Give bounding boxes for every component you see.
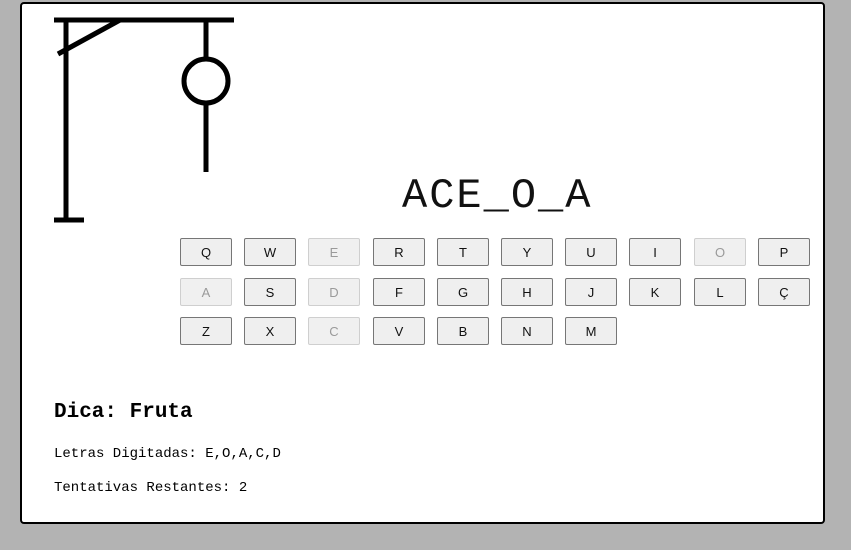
typed-letters-label: Letras Digitadas: [54, 446, 197, 462]
key-i[interactable]: I [629, 238, 681, 266]
key-z[interactable]: Z [180, 317, 232, 345]
hangman-head [181, 56, 231, 106]
key-u[interactable]: U [565, 238, 617, 266]
key-j[interactable]: J [565, 278, 617, 306]
key-s[interactable]: S [244, 278, 296, 306]
remaining-attempts-value: 2 [238, 480, 248, 496]
key-x[interactable]: X [244, 317, 296, 345]
key-p[interactable]: P [758, 238, 810, 266]
key-d: D [308, 278, 360, 306]
hint-text: Dica: Fruta [54, 401, 193, 424]
gallows-drawing [54, 17, 234, 223]
remaining-attempts: Tentativas Restantes: 2 [54, 480, 247, 496]
key-n[interactable]: N [501, 317, 553, 345]
key-o: O [694, 238, 746, 266]
typed-letters-value: E,O,A,C,D [205, 446, 281, 462]
key-q[interactable]: Q [180, 238, 232, 266]
key-f[interactable]: F [373, 278, 425, 306]
key-a: A [180, 278, 232, 306]
key-y[interactable]: Y [501, 238, 553, 266]
key-e: E [308, 238, 360, 266]
key-w[interactable]: W [244, 238, 296, 266]
hint-label: Dica: [54, 401, 118, 424]
key-l[interactable]: L [694, 278, 746, 306]
key-k[interactable]: K [629, 278, 681, 306]
remaining-attempts-label: Tentativas Restantes: [54, 480, 231, 496]
key-t[interactable]: T [437, 238, 489, 266]
key-ç[interactable]: Ç [758, 278, 810, 306]
key-h[interactable]: H [501, 278, 553, 306]
key-r[interactable]: R [373, 238, 425, 266]
key-g[interactable]: G [437, 278, 489, 306]
key-m[interactable]: M [565, 317, 617, 345]
key-b[interactable]: B [437, 317, 489, 345]
key-v[interactable]: V [373, 317, 425, 345]
typed-letters: Letras Digitadas: E,O,A,C,D [54, 446, 281, 462]
hint-value: Fruta [129, 401, 193, 424]
word-display: ACE_O_A [402, 172, 593, 220]
key-c: C [308, 317, 360, 345]
